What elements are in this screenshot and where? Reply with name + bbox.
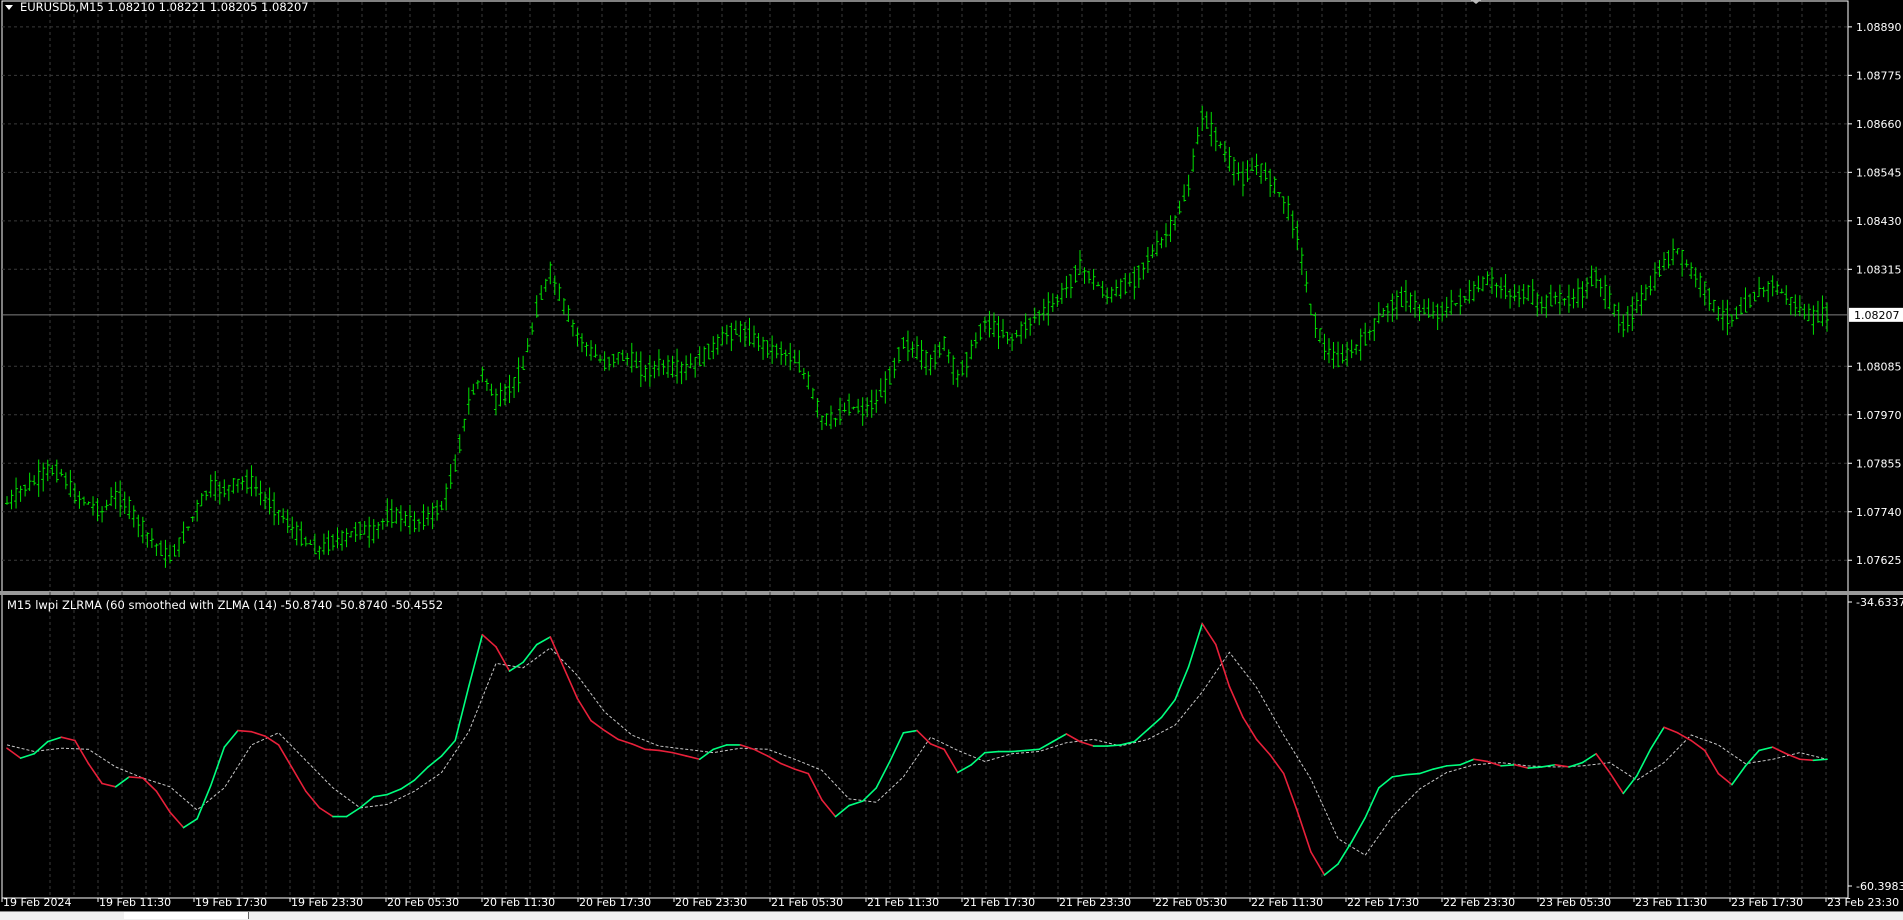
oscillator-y-tick-label: -34.6337 xyxy=(1856,596,1903,609)
x-tick-label: 19 Feb 17:30 xyxy=(195,896,267,909)
x-tick-label: 19 Feb 23:30 xyxy=(291,896,363,909)
oscillator-segment xyxy=(237,729,253,733)
chart-background xyxy=(0,0,1903,919)
price-y-tick-label: 1.07740 xyxy=(1856,506,1902,519)
x-tick-label: 22 Feb 11:30 xyxy=(1251,896,1323,909)
price-y-tick-label: 1.08775 xyxy=(1856,69,1902,82)
x-tick-label: 20 Feb 23:30 xyxy=(675,896,747,909)
symbol-header: EURUSDb,M15 1.08210 1.08221 1.08205 1.08… xyxy=(20,0,309,14)
price-y-tick-label: 1.08660 xyxy=(1856,118,1902,131)
oscillator-segment xyxy=(644,748,660,752)
oscillator-segment xyxy=(1445,763,1462,767)
x-tick-label: 20 Feb 11:30 xyxy=(483,896,555,909)
oscillator-segment xyxy=(128,776,144,779)
price-y-tick-label: 1.08545 xyxy=(1856,166,1902,179)
indicator-header: M15 lwpi ZLRMA (60 smoothed with ZLMA (1… xyxy=(7,598,443,612)
x-tick-label: 23 Feb 17:30 xyxy=(1731,896,1803,909)
chart-canvas[interactable]: 1.08890 1.08775 1.08660 1.08545 1.08430 1.083… xyxy=(0,0,1903,919)
x-tick-label: 22 Feb 17:30 xyxy=(1347,896,1419,909)
x-tick-label: 23 Feb 23:30 xyxy=(1827,896,1899,909)
x-tick-label: 20 Feb 17:30 xyxy=(579,896,651,909)
oscillator-segment xyxy=(1024,748,1041,752)
x-tick-label: 21 Feb 23:30 xyxy=(1059,896,1131,909)
price-y-tick-label: 1.07625 xyxy=(1856,554,1902,567)
oscillator-segment xyxy=(1011,749,1027,753)
price-y-tick-label: 1.08315 xyxy=(1856,263,1902,276)
oscillator-y-tick-label: -60.3983 xyxy=(1856,880,1903,893)
oscillator-segment xyxy=(984,750,1000,754)
price-y-tick-label: 1.08890 xyxy=(1856,21,1902,34)
x-tick-label: 22 Feb 23:30 xyxy=(1443,896,1515,909)
oscillator-segment xyxy=(1799,758,1815,762)
x-tick-label: 21 Feb 05:30 xyxy=(771,896,843,909)
x-tick-label: 19 Feb 2024 xyxy=(3,896,71,909)
oscillator-segment xyxy=(1500,763,1516,767)
chart-tab-active[interactable] xyxy=(124,912,249,919)
x-tick-label: 23 Feb 05:30 xyxy=(1539,896,1611,909)
x-tick-label: 23 Feb 11:30 xyxy=(1635,896,1707,909)
oscillator-segment xyxy=(1106,744,1122,747)
oscillator-segment xyxy=(1405,772,1421,776)
x-tick-label: 22 Feb 05:30 xyxy=(1155,896,1227,909)
current-price-label: 1.08207 xyxy=(1854,309,1900,322)
x-tick-label: 20 Feb 05:30 xyxy=(387,896,459,909)
x-tick-label: 19 Feb 11:30 xyxy=(99,896,171,909)
price-y-tick-label: 1.07970 xyxy=(1856,409,1902,422)
oscillator-segment xyxy=(1812,758,1828,762)
price-y-tick-label: 1.08430 xyxy=(1856,215,1902,228)
pane-separator[interactable] xyxy=(0,591,1903,595)
x-tick-label: 21 Feb 17:30 xyxy=(963,896,1035,909)
oscillator-segment xyxy=(1527,766,1543,769)
chart-tab[interactable] xyxy=(0,912,125,919)
price-y-tick-label: 1.08085 xyxy=(1856,360,1902,373)
x-tick-label: 21 Feb 11:30 xyxy=(867,896,939,909)
price-y-tick-label: 1.07855 xyxy=(1856,457,1902,470)
